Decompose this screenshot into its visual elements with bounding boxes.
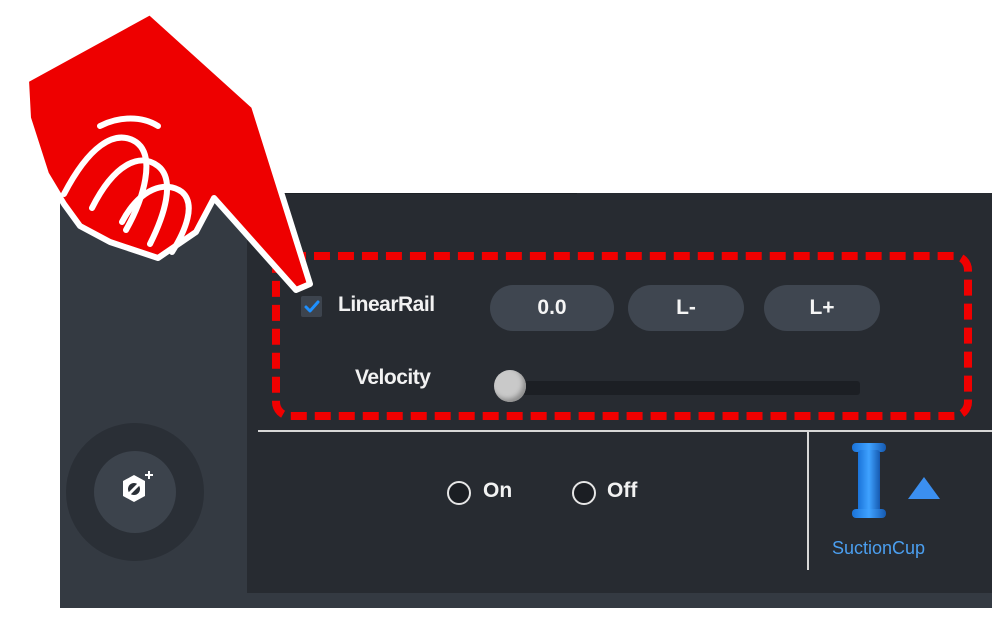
on-radio[interactable]	[447, 481, 471, 505]
suction-cup-icon[interactable]	[848, 443, 948, 523]
linear-rail-checkbox[interactable]	[301, 296, 322, 317]
on-radio-label: On	[483, 479, 513, 502]
off-radio-label: Off	[607, 479, 638, 502]
linear-rail-plus-button[interactable]: L+	[764, 285, 880, 331]
linear-rail-label: LinearRail	[338, 293, 435, 316]
linear-rail-minus-button[interactable]: L-	[628, 285, 744, 331]
tool-name: SuctionCup	[832, 538, 926, 558]
pointing-hand-icon	[23, 9, 313, 293]
velocity-slider-thumb[interactable]	[494, 370, 526, 402]
velocity-label: Velocity	[355, 366, 431, 389]
panel-footer	[247, 593, 992, 608]
section-divider	[258, 430, 992, 432]
off-radio[interactable]	[572, 481, 596, 505]
robot-joint-icon	[123, 471, 153, 502]
linear-rail-value[interactable]: 0.0	[490, 285, 614, 331]
velocity-slider-track[interactable]	[500, 381, 860, 395]
checkmark-icon	[304, 300, 319, 312]
tool-divider	[807, 432, 809, 570]
